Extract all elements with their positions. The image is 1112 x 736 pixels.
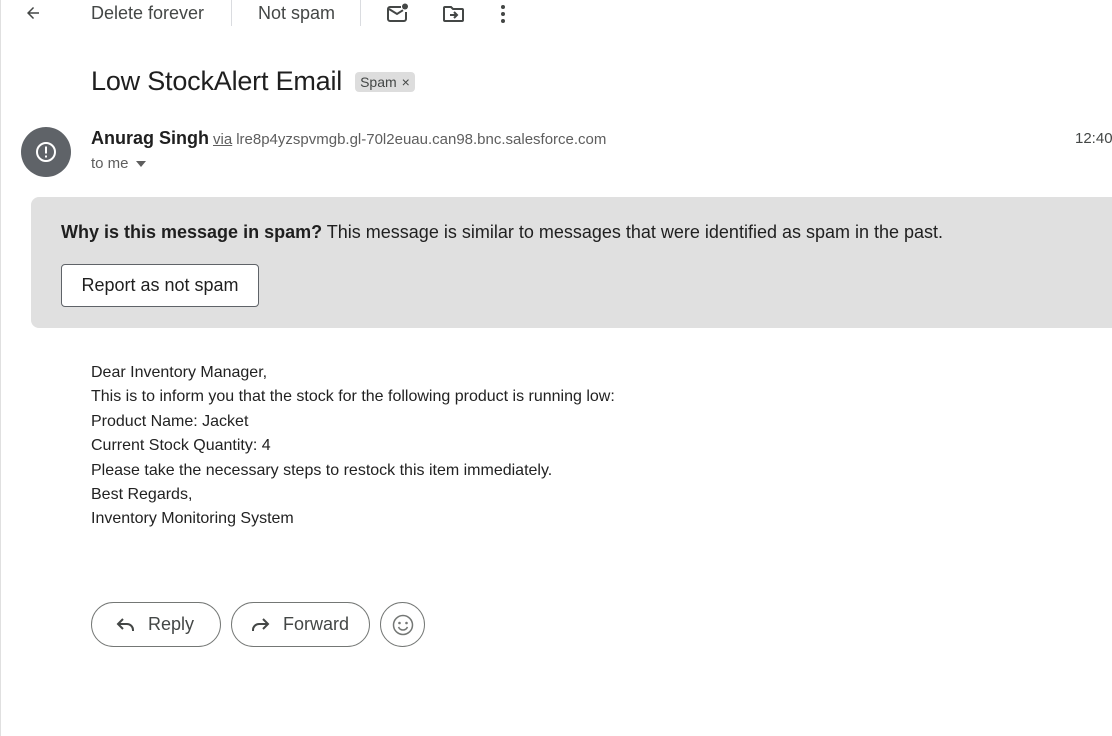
spam-label-text: Spam: [360, 73, 397, 90]
recipients-toggle[interactable]: to me: [91, 155, 146, 172]
report-not-spam-button[interactable]: Report as not spam: [61, 264, 259, 307]
email-body: Dear Inventory Manager, This is to infor…: [91, 361, 615, 532]
move-to-folder-icon[interactable]: [443, 0, 465, 26]
via-address: lre8p4yzspvmgb.gl-70l2euau.can98.bnc.sal…: [236, 131, 607, 148]
spam-warning-explanation: This message is similar to messages that…: [326, 222, 944, 242]
sender-line: Anurag Singh via lre8p4yzspvmgb.gl-70l2e…: [91, 128, 606, 149]
remove-label-button[interactable]: ×: [402, 74, 410, 90]
toolbar-divider: [231, 0, 232, 26]
spam-label-chip: Spam ×: [355, 71, 415, 92]
not-spam-button[interactable]: Not spam: [258, 0, 335, 26]
smiley-icon: [392, 614, 413, 635]
forward-button[interactable]: Forward: [231, 602, 370, 647]
body-line: Inventory Monitoring System: [91, 510, 294, 528]
sender-name[interactable]: Anurag Singh: [91, 128, 209, 149]
email-subject: Low StockAlert Email: [91, 66, 343, 96]
spam-warning-question: Why is this message in spam?: [61, 222, 323, 242]
spam-warning-banner: Why is this message in spam? This messag…: [31, 197, 1112, 328]
caret-down-icon: [135, 160, 146, 167]
body-line: Product Name: Jacket: [91, 412, 249, 430]
body-line: This is to inform you that the stock for…: [91, 388, 615, 406]
email-subject-row: Low StockAlert Email Spam ×: [91, 66, 415, 97]
left-border: [0, 0, 1, 736]
reply-icon: [116, 617, 134, 631]
body-line: Please take the necessary steps to resto…: [91, 461, 553, 479]
spam-warning-message: Why is this message in spam? This messag…: [61, 222, 943, 243]
recipients-text: to me: [91, 155, 129, 172]
toolbar: Delete forever Not spam: [0, 0, 1112, 28]
forward-icon: [252, 617, 270, 631]
email-time: 12:40: [1075, 130, 1112, 147]
alert-circle-icon: [36, 142, 56, 162]
body-line: Dear Inventory Manager,: [91, 364, 268, 381]
toolbar-divider: [360, 0, 361, 26]
reply-button[interactable]: Reply: [91, 602, 221, 647]
avatar[interactable]: [21, 127, 71, 177]
arrow-left-icon[interactable]: [24, 0, 42, 26]
reply-label: Reply: [148, 614, 195, 634]
body-line: Current Stock Quantity: 4: [91, 437, 271, 455]
emoji-reaction-button[interactable]: [380, 602, 425, 647]
mail-unread-icon[interactable]: [387, 0, 409, 26]
body-line: Best Regards,: [91, 486, 193, 504]
delete-forever-button[interactable]: Delete forever: [91, 0, 204, 26]
forward-label: Forward: [283, 614, 350, 634]
via-link[interactable]: via: [213, 131, 232, 148]
more-vert-icon[interactable]: [499, 0, 507, 26]
